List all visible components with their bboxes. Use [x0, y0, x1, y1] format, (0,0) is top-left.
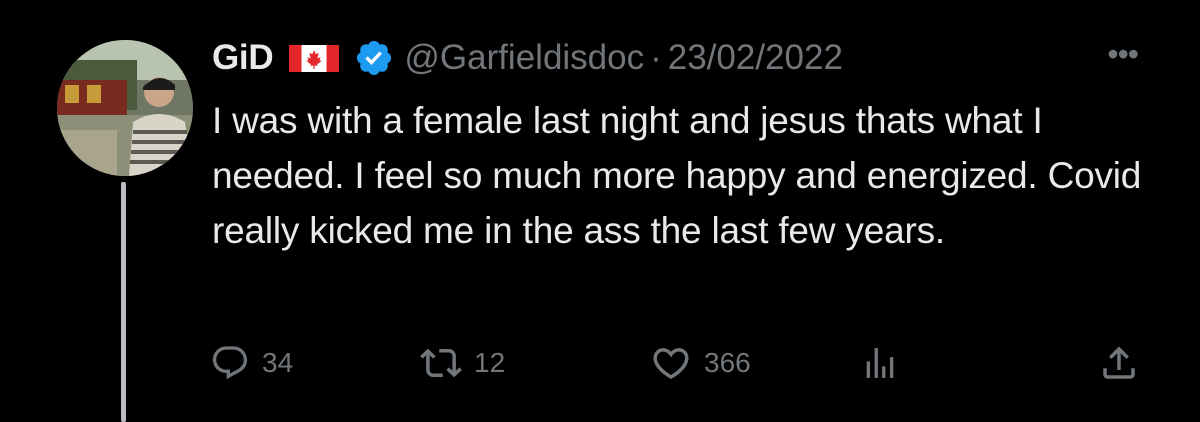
- analytics-icon: [860, 343, 900, 383]
- tweet[interactable]: GiD @Garfieldisdoc · 23/02/2022 ••• I wa…: [0, 0, 1200, 422]
- reply-button[interactable]: 34: [210, 335, 293, 390]
- action-bar: 34 12 366: [210, 335, 1150, 390]
- display-name[interactable]: GiD: [212, 38, 274, 78]
- more-options-icon[interactable]: •••: [1107, 38, 1139, 70]
- avatar[interactable]: [57, 40, 193, 176]
- like-button[interactable]: 366: [650, 335, 751, 390]
- tweet-date[interactable]: 23/02/2022: [668, 38, 843, 78]
- tweet-text: I was with a female last night and jesus…: [212, 100, 1142, 251]
- canada-flag-icon: [289, 44, 340, 72]
- avatar-photo: [57, 40, 193, 176]
- retweet-button[interactable]: 12: [420, 335, 505, 390]
- retweet-icon: [420, 342, 462, 384]
- reply-count: 34: [262, 346, 294, 378]
- views-button[interactable]: [860, 335, 900, 390]
- user-handle[interactable]: @Garfieldisdoc: [404, 38, 644, 78]
- share-icon: [1098, 342, 1140, 384]
- tweet-header: GiD @Garfieldisdoc · 23/02/2022: [212, 30, 843, 86]
- retweet-count: 12: [474, 346, 506, 378]
- verified-badge-icon[interactable]: [354, 38, 394, 78]
- reply-icon: [210, 343, 250, 383]
- separator-dot: ·: [650, 38, 662, 77]
- like-count: 366: [704, 346, 751, 378]
- share-button[interactable]: [1098, 335, 1140, 390]
- thread-line: [121, 182, 126, 422]
- heart-icon: [650, 342, 692, 384]
